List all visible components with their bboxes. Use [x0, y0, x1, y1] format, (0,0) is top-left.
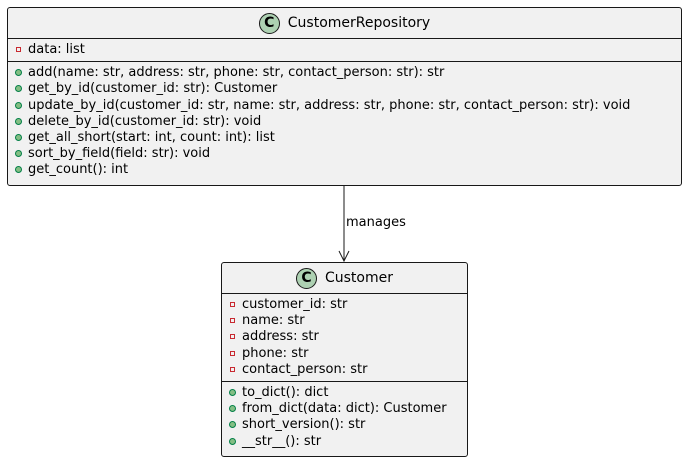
method-row: add(name: str, address: str, phone: str,… [8, 65, 681, 81]
attribute-row: contact_person: str [222, 362, 467, 378]
private-visibility-icon [229, 299, 237, 311]
public-visibility-icon [229, 436, 237, 448]
class-customer[interactable]: C Customer customer_id: str name: str addr… [221, 262, 468, 457]
member-text: customer_id: str [242, 297, 348, 312]
member-text: get_count(): int [28, 162, 129, 178]
private-visibility-icon [229, 348, 237, 360]
manages-label: manages [346, 215, 406, 230]
class-c-icon: C [295, 267, 317, 289]
method-row: get_count(): int [8, 162, 681, 178]
method-row: get_all_short(start: int, count: int): l… [8, 130, 681, 146]
class-customer-repository[interactable]: C CustomerRepository data: list add(name… [7, 7, 682, 186]
method-row: to_dict(): dict [222, 385, 467, 401]
class-name: CustomerRepository [287, 15, 431, 31]
method-row: delete_by_id(customer_id: str): void [8, 114, 681, 130]
member-text: contact_person: str [242, 361, 368, 377]
member-text: to_dict(): dict [242, 384, 329, 400]
public-visibility-icon [15, 100, 23, 112]
member-text: update_by_id(customer_id: str, name: str… [28, 97, 631, 113]
method-row: from_dict(data: dict): Customer [222, 401, 467, 417]
method-row: update_by_id(customer_id: str, name: str… [8, 98, 681, 114]
attribute-row: customer_id: str [222, 297, 467, 313]
member-text: name: str [242, 313, 305, 329]
class-header: C CustomerRepository [8, 8, 681, 39]
methods-section: add(name: str, address: str, phone: str,… [8, 61, 681, 181]
private-visibility-icon [229, 315, 237, 327]
public-visibility-icon [229, 419, 237, 431]
private-visibility-icon [229, 331, 237, 343]
private-visibility-icon [229, 364, 237, 376]
public-visibility-icon [15, 67, 23, 79]
public-visibility-icon [229, 403, 237, 415]
attribute-row: phone: str [222, 346, 467, 362]
member-text: __str__(): str [242, 433, 322, 449]
member-text: from_dict(data: dict): Customer [242, 401, 447, 417]
class-name: Customer [324, 270, 393, 286]
public-visibility-icon [15, 116, 23, 128]
public-visibility-icon [15, 148, 23, 160]
public-visibility-icon [15, 132, 23, 144]
public-visibility-icon [229, 387, 237, 399]
member-text: get_by_id(customer_id: str): Customer [28, 81, 278, 97]
member-text: short_version(): str [242, 417, 366, 433]
private-visibility-icon [15, 44, 23, 56]
public-visibility-icon [15, 83, 23, 95]
member-text: delete_by_id(customer_id: str): void [28, 113, 262, 129]
method-row: short_version(): str [222, 417, 467, 433]
member-text: phone: str [242, 345, 309, 361]
attribute-row: data: list [8, 42, 681, 58]
member-text: get_all_short(start: int, count: int): l… [28, 129, 275, 145]
member-text: data: list [28, 42, 85, 57]
method-row: get_by_id(customer_id: str): Customer [8, 81, 681, 97]
member-text: add(name: str, address: str, phone: str,… [28, 65, 445, 81]
method-row: __str__(): str [222, 434, 467, 450]
attribute-row: address: str [222, 329, 467, 345]
member-text: address: str [242, 329, 319, 345]
attributes-section: customer_id: str name: str address: str pho… [222, 294, 467, 381]
method-row: sort_by_field(field: str): void [8, 146, 681, 162]
attributes-section: data: list [8, 39, 681, 61]
class-c-icon: C [258, 12, 280, 34]
class-header: C Customer [222, 263, 467, 294]
attribute-row: name: str [222, 313, 467, 329]
public-visibility-icon [15, 164, 23, 176]
member-text: sort_by_field(field: str): void [28, 146, 211, 162]
methods-section: to_dict(): dict from_dict(data: dict): Cu… [222, 380, 467, 453]
